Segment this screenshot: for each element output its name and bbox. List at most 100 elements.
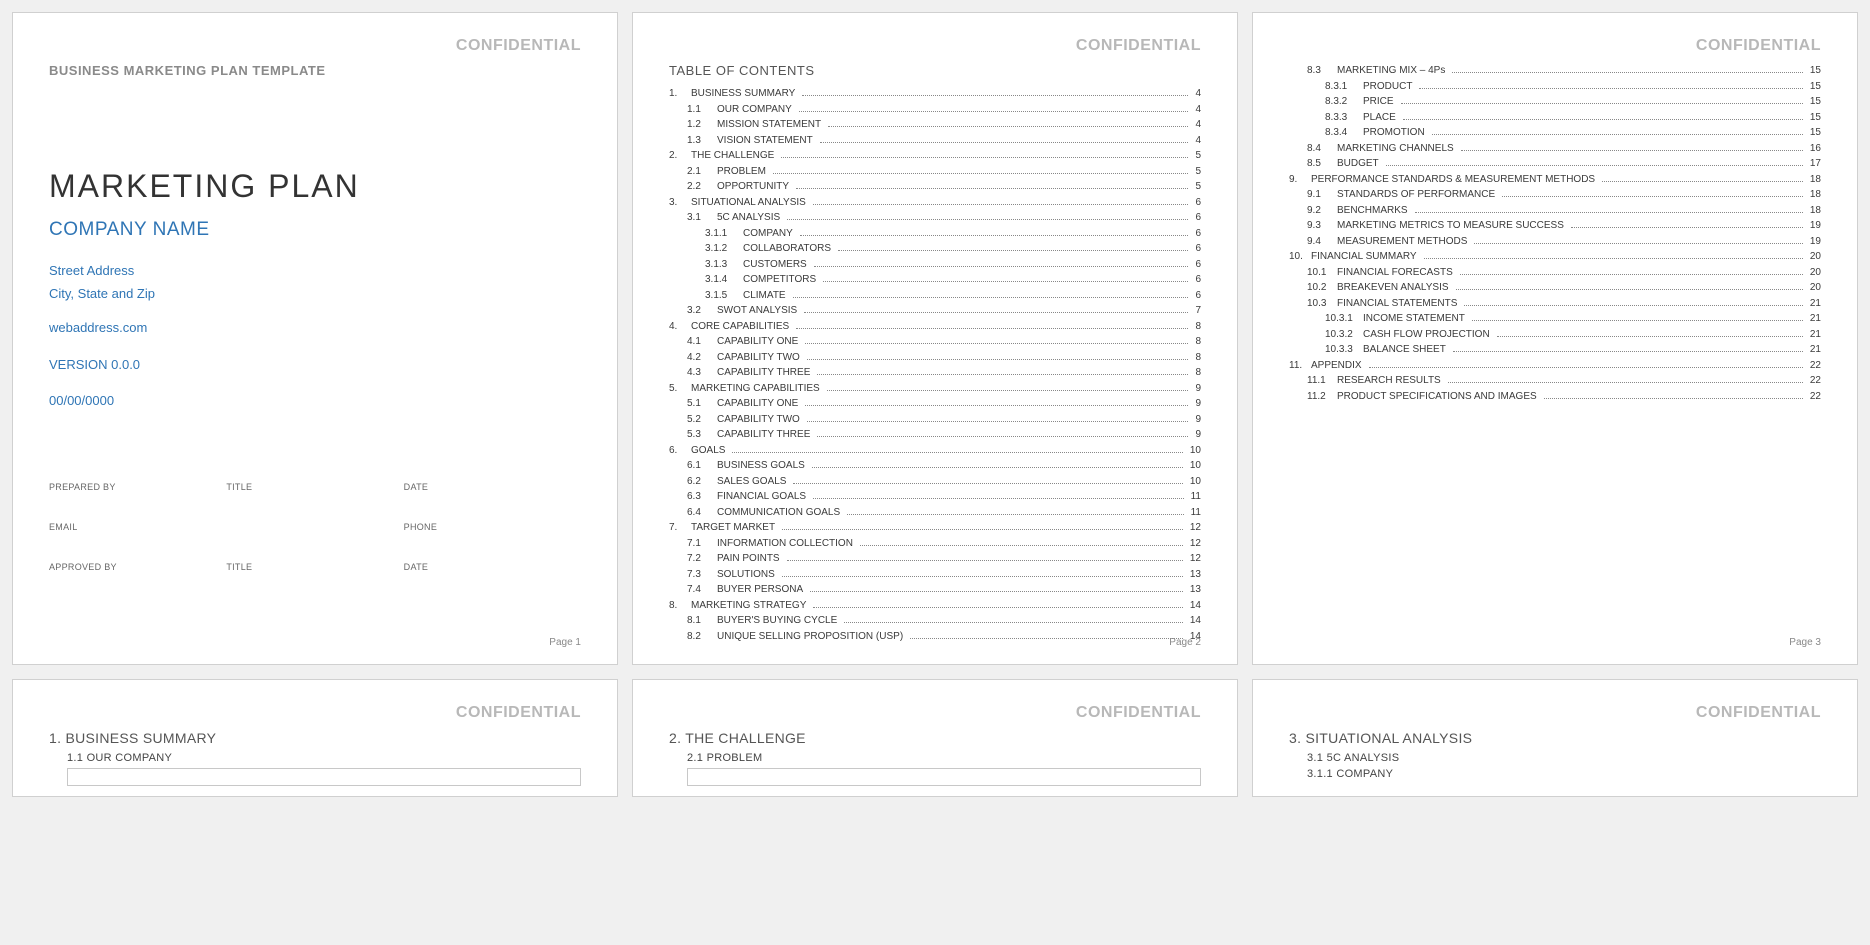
- toc-entry[interactable]: 2.THE CHALLENGE5: [669, 148, 1201, 164]
- page-5: CONFIDENTIAL 2. THE CHALLENGE 2.1 PROBLE…: [632, 679, 1238, 797]
- toc-entry[interactable]: 9.3MARKETING METRICS TO MEASURE SUCCESS1…: [1289, 218, 1821, 234]
- toc-entry[interactable]: 4.CORE CAPABILITIES8: [669, 319, 1201, 335]
- toc-entry[interactable]: 8.3.4PROMOTION15: [1289, 125, 1821, 141]
- toc-label: COMMUNICATION GOALS: [717, 505, 844, 521]
- toc-entry[interactable]: 11.APPENDIX22: [1289, 358, 1821, 374]
- toc-num: 10.1: [1307, 265, 1337, 281]
- toc-entry[interactable]: 3.1.1COMPANY6: [669, 226, 1201, 242]
- toc-num: 4.1: [687, 334, 717, 350]
- toc-entry[interactable]: 10.3.2CASH FLOW PROJECTION21: [1289, 327, 1821, 343]
- toc-page: 18: [1806, 203, 1821, 219]
- approved-by-input[interactable]: [49, 572, 226, 594]
- toc-entry[interactable]: 8.3.2PRICE15: [1289, 94, 1821, 110]
- toc-entry[interactable]: 3.15C ANALYSIS6: [669, 210, 1201, 226]
- toc-page: 21: [1806, 327, 1821, 343]
- toc-page: 13: [1186, 567, 1201, 583]
- toc-entry[interactable]: 4.3CAPABILITY THREE8: [669, 365, 1201, 381]
- toc-entry[interactable]: 6.GOALS10: [669, 443, 1201, 459]
- toc-entry[interactable]: 10.3.1INCOME STATEMENT21: [1289, 311, 1821, 327]
- toc-num: 6.1: [687, 458, 717, 474]
- content-input-box[interactable]: [67, 768, 581, 786]
- toc-label: COMPETITORS: [743, 272, 820, 288]
- toc-entry[interactable]: 10.3.3BALANCE SHEET21: [1289, 342, 1821, 358]
- toc-entry[interactable]: 1.2MISSION STATEMENT4: [669, 117, 1201, 133]
- toc-entry[interactable]: 7.3SOLUTIONS13: [669, 567, 1201, 583]
- toc-entry[interactable]: 3.1.2COLLABORATORS6: [669, 241, 1201, 257]
- toc-entry[interactable]: 3.2SWOT ANALYSIS7: [669, 303, 1201, 319]
- date-input-2[interactable]: [404, 572, 581, 594]
- toc-entry[interactable]: 8.3.1PRODUCT15: [1289, 79, 1821, 95]
- toc-entry[interactable]: 9.2BENCHMARKS18: [1289, 203, 1821, 219]
- toc-entry[interactable]: 7.4BUYER PERSONA13: [669, 582, 1201, 598]
- toc-entry[interactable]: 1.3VISION STATEMENT4: [669, 133, 1201, 149]
- toc-entry[interactable]: 3.1.4COMPETITORS6: [669, 272, 1201, 288]
- toc-entry[interactable]: 8.1BUYER'S BUYING CYCLE14: [669, 613, 1201, 629]
- title-label-2: TITLE: [226, 562, 403, 572]
- toc-dots: [799, 111, 1189, 112]
- subsection-num: 3.1: [1307, 752, 1323, 764]
- toc-dots: [817, 436, 1188, 437]
- toc-entry[interactable]: 2.2OPPORTUNITY5: [669, 179, 1201, 195]
- toc-entry[interactable]: 7.TARGET MARKET12: [669, 520, 1201, 536]
- toc-entry[interactable]: 1.1OUR COMPANY4: [669, 102, 1201, 118]
- toc-entry[interactable]: 7.1INFORMATION COLLECTION12: [669, 536, 1201, 552]
- toc-num: 5.2: [687, 412, 717, 428]
- toc-entry[interactable]: 8.2UNIQUE SELLING PROPOSITION (USP)14: [669, 629, 1201, 645]
- toc-entry[interactable]: 5.MARKETING CAPABILITIES9: [669, 381, 1201, 397]
- toc-entry[interactable]: 1.BUSINESS SUMMARY4: [669, 86, 1201, 102]
- toc-entry[interactable]: 6.4COMMUNICATION GOALS11: [669, 505, 1201, 521]
- title-input-2[interactable]: [226, 572, 403, 594]
- toc-entry[interactable]: 9.1STANDARDS OF PERFORMANCE18: [1289, 187, 1821, 203]
- toc-num: 5.: [669, 381, 691, 397]
- toc-entry[interactable]: 8.5BUDGET17: [1289, 156, 1821, 172]
- title-input[interactable]: [226, 492, 403, 514]
- toc-entry[interactable]: 6.3FINANCIAL GOALS11: [669, 489, 1201, 505]
- subsection-num: 1.1: [67, 752, 83, 764]
- toc-entry[interactable]: 5.1CAPABILITY ONE9: [669, 396, 1201, 412]
- toc-label: MARKETING METRICS TO MEASURE SUCCESS: [1337, 218, 1568, 234]
- toc-entry[interactable]: 3.1.3CUSTOMERS6: [669, 257, 1201, 273]
- toc-page: 22: [1806, 358, 1821, 374]
- email-input[interactable]: [49, 532, 404, 554]
- toc-entry[interactable]: 4.2CAPABILITY TWO8: [669, 350, 1201, 366]
- toc-entry[interactable]: 2.1PROBLEM5: [669, 164, 1201, 180]
- toc-dots: [807, 359, 1189, 360]
- toc-label: CAPABILITY ONE: [717, 334, 802, 350]
- toc-entry[interactable]: 7.2PAIN POINTS12: [669, 551, 1201, 567]
- toc-page: 6: [1191, 226, 1201, 242]
- page-number: Page 2: [1169, 637, 1201, 648]
- toc-entry[interactable]: 11.2PRODUCT SPECIFICATIONS AND IMAGES22: [1289, 389, 1821, 405]
- toc-num: 8.3: [1307, 63, 1337, 79]
- toc-dots: [732, 452, 1182, 453]
- toc-entry[interactable]: 10.FINANCIAL SUMMARY20: [1289, 249, 1821, 265]
- toc-entry[interactable]: 11.1RESEARCH RESULTS22: [1289, 373, 1821, 389]
- toc-entry[interactable]: 5.2CAPABILITY TWO9: [669, 412, 1201, 428]
- toc-dots: [1544, 398, 1803, 399]
- toc-entry[interactable]: 9.PERFORMANCE STANDARDS & MEASUREMENT ME…: [1289, 172, 1821, 188]
- toc-entry[interactable]: 3.SITUATIONAL ANALYSIS6: [669, 195, 1201, 211]
- toc-page: 12: [1186, 536, 1201, 552]
- toc-entry[interactable]: 8.4MARKETING CHANNELS16: [1289, 141, 1821, 157]
- toc-num: 3.1.5: [705, 288, 743, 304]
- toc-entry[interactable]: 5.3CAPABILITY THREE9: [669, 427, 1201, 443]
- content-input-box[interactable]: [687, 768, 1201, 786]
- toc-page: 12: [1186, 520, 1201, 536]
- toc-entry[interactable]: 10.3FINANCIAL STATEMENTS21: [1289, 296, 1821, 312]
- toc-entry[interactable]: 6.2SALES GOALS10: [669, 474, 1201, 490]
- phone-input[interactable]: [404, 532, 581, 554]
- toc-entry[interactable]: 10.2BREAKEVEN ANALYSIS20: [1289, 280, 1821, 296]
- date-input[interactable]: [404, 492, 581, 514]
- toc-entry[interactable]: 8.MARKETING STRATEGY14: [669, 598, 1201, 614]
- toc-entry[interactable]: 6.1BUSINESS GOALS10: [669, 458, 1201, 474]
- toc-entry[interactable]: 3.1.5CLIMATE6: [669, 288, 1201, 304]
- toc-label: FINANCIAL GOALS: [717, 489, 810, 505]
- toc-entry[interactable]: 9.4MEASUREMENT METHODS19: [1289, 234, 1821, 250]
- toc-entry[interactable]: 8.3MARKETING MIX – 4Ps15: [1289, 63, 1821, 79]
- toc-page: 6: [1191, 241, 1201, 257]
- toc-entry[interactable]: 8.3.3PLACE15: [1289, 110, 1821, 126]
- subsubsection-num: 3.1.1: [1307, 768, 1333, 780]
- toc-entry[interactable]: 4.1CAPABILITY ONE8: [669, 334, 1201, 350]
- toc-page: 18: [1806, 187, 1821, 203]
- prepared-by-input[interactable]: [49, 492, 226, 514]
- toc-entry[interactable]: 10.1FINANCIAL FORECASTS20: [1289, 265, 1821, 281]
